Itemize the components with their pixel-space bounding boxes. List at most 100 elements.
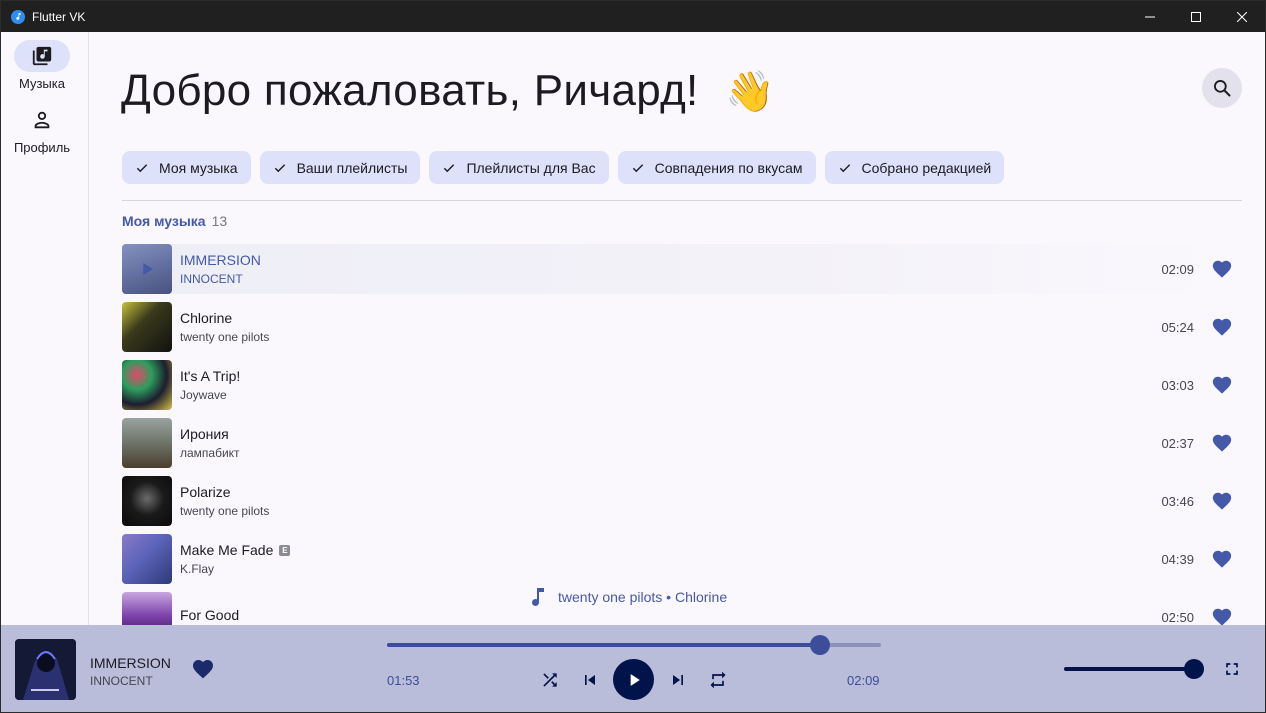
track-cover: [122, 534, 172, 584]
greeting-text: Добро пожаловать, Ричард!: [121, 66, 699, 115]
heart-icon: [1212, 550, 1232, 568]
heart-icon: [1212, 376, 1232, 394]
fullscreen-icon: [1226, 663, 1238, 675]
navigation-rail: Музыка Профиль: [1, 32, 89, 625]
track-row[interactable]: Make Me Fade E K.Flay 04:39: [122, 534, 1242, 584]
chip-label: Моя музыка: [159, 159, 238, 176]
next-button[interactable]: [667, 669, 689, 691]
volume-slider-thumb[interactable]: [1184, 659, 1204, 679]
chip-editors-picks[interactable]: Собрано редакцией: [824, 151, 1005, 184]
window-controls: [1127, 1, 1265, 32]
maximize-button[interactable]: [1173, 1, 1219, 32]
track-row[interactable]: Chlorine twenty one pilots 05:24: [122, 302, 1242, 352]
nav-label-music: Музыка: [19, 76, 65, 91]
player-track-title: IMMERSION: [90, 655, 171, 671]
check-icon: [274, 163, 285, 172]
track-title: Ирония: [180, 426, 229, 442]
heart-icon: [193, 660, 213, 679]
nav-pill-music[interactable]: [14, 40, 70, 72]
track-duration: 02:37: [1161, 435, 1194, 451]
app-logo-icon: [11, 9, 25, 24]
track-row[interactable]: Polarize twenty one pilots 03:46: [122, 476, 1242, 526]
chip-playlists-for-you[interactable]: Плейлисты для Вас: [429, 151, 609, 184]
heart-icon: [1212, 608, 1232, 625]
page-title: Добро пожаловать, Ричард! 👋: [121, 66, 775, 116]
track-row[interactable]: Ирония лампабикт 02:37: [122, 418, 1242, 468]
chip-your-playlists[interactable]: Ваши плейлисты: [259, 151, 421, 184]
like-button[interactable]: [1210, 257, 1234, 281]
track-title: For Good: [180, 607, 240, 623]
chip-label: Собрано редакцией: [861, 159, 992, 176]
skip-next-icon: [673, 675, 683, 685]
player-cover[interactable]: [15, 639, 76, 700]
track-row[interactable]: It's A Trip! Joywave 03:03: [122, 360, 1242, 410]
heart-icon: [1212, 318, 1232, 336]
like-button[interactable]: [1210, 489, 1234, 513]
like-button[interactable]: [1210, 373, 1234, 397]
title-bar: Flutter VK: [1, 1, 1265, 32]
track-title-text: Make Me Fade: [180, 542, 274, 558]
track-cover: [122, 476, 172, 526]
seek-bar[interactable]: [387, 635, 881, 655]
nav-item-profile[interactable]: Профиль: [1, 104, 83, 155]
music-note-icon: [532, 588, 544, 606]
play-icon: [143, 263, 153, 275]
track-row[interactable]: IMMERSION INNOCENT 02:09: [122, 244, 1242, 294]
window-title: Flutter VK: [32, 9, 86, 24]
track-artist: twenty one pilots: [180, 330, 270, 344]
track-duration: 02:50: [1161, 609, 1194, 625]
explicit-badge: E: [279, 544, 291, 556]
waving-hand-emoji: 👋: [725, 70, 776, 114]
section-count: 13: [211, 213, 228, 229]
like-button[interactable]: [1210, 547, 1234, 571]
repeat-button[interactable]: [707, 669, 729, 691]
skip-previous-icon: [585, 675, 595, 685]
volume-slider[interactable]: [1064, 659, 1204, 679]
music-library-icon: [32, 46, 52, 66]
shuffle-button[interactable]: [539, 669, 561, 691]
track-cover: [122, 244, 172, 294]
section-title: Моя музыка: [122, 213, 206, 229]
track-artist: twenty one pilots: [180, 504, 270, 518]
main-content: Добро пожаловать, Ричард! 👋 Моя музыка В…: [90, 32, 1265, 625]
person-icon: [34, 111, 50, 129]
play-overlay[interactable]: [122, 244, 172, 294]
check-icon: [444, 163, 455, 172]
like-button[interactable]: [1210, 605, 1234, 625]
track-cover: [122, 302, 172, 352]
track-duration: 03:03: [1161, 377, 1194, 393]
like-button[interactable]: [1210, 315, 1234, 339]
track-cover: [122, 592, 172, 625]
heart-icon: [1212, 434, 1232, 452]
search-button[interactable]: [1202, 68, 1242, 108]
play-button[interactable]: [613, 659, 654, 700]
track-artist: INNOCENT: [180, 272, 243, 286]
repeat-icon: [710, 671, 726, 689]
track-title: Chlorine: [180, 310, 233, 326]
nav-pill-profile[interactable]: [14, 104, 70, 136]
track-list: IMMERSION INNOCENT 02:09 Chlorine twenty…: [122, 244, 1242, 625]
next-track-hint[interactable]: twenty one pilots • Chlorine: [530, 587, 727, 607]
track-title: Polarize: [180, 484, 231, 500]
chip-label: Ваши плейлисты: [296, 159, 408, 176]
chip-my-music[interactable]: Моя музыка: [122, 151, 251, 184]
like-button[interactable]: [1210, 431, 1234, 455]
check-icon: [839, 163, 850, 172]
section-divider: [122, 200, 1242, 201]
close-window-button[interactable]: [1219, 1, 1265, 32]
nav-item-music[interactable]: Музыка: [1, 40, 83, 91]
track-duration: 04:39: [1161, 551, 1194, 567]
seek-bar-thumb[interactable]: [809, 635, 830, 655]
player-track-artist: INNOCENT: [90, 674, 153, 688]
section-header[interactable]: Моя музыка 13: [122, 213, 227, 229]
chip-taste-matches[interactable]: Совпадения по вкусам: [617, 151, 816, 184]
minimize-button[interactable]: [1127, 1, 1173, 32]
fullscreen-button[interactable]: [1222, 659, 1242, 679]
track-title: Make Me Fade E: [180, 542, 291, 558]
seek-bar-fill: [387, 643, 820, 647]
track-cover: [122, 418, 172, 468]
player-like-button[interactable]: [191, 657, 215, 681]
previous-button[interactable]: [579, 669, 601, 691]
track-artist: лампабикт: [180, 446, 240, 460]
play-icon: [630, 673, 640, 686]
